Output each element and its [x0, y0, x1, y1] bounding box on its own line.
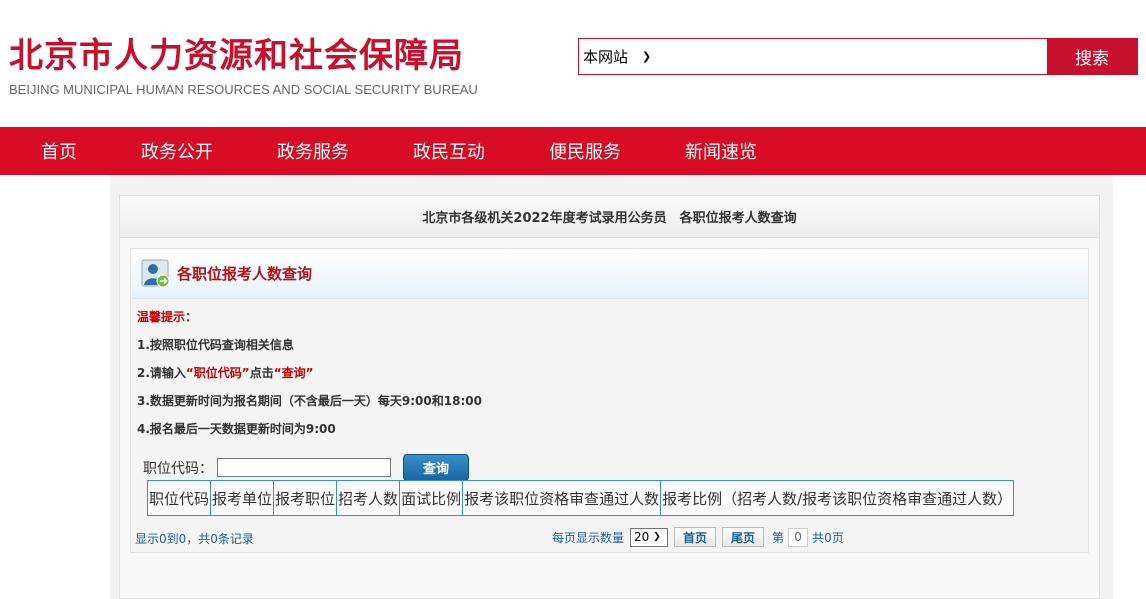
chevron-down-icon: ❯ — [642, 50, 652, 63]
page-prefix: 第 — [772, 530, 785, 545]
results-table: 职位代码 报考单位 报考职位 招考人数 面试比例 报考该职位资格审查通过人数 报… — [146, 480, 1015, 516]
nav-item-public-services[interactable]: 便民服务 — [508, 127, 662, 175]
chevron-down-icon: ❯ — [653, 532, 661, 542]
pagination-controls: 每页显示数量 20 ❯ 首页 尾页 第 0 共0页 — [552, 526, 844, 548]
tip-4: 4.报名最后一天数据更新时间为9:00 — [137, 422, 336, 436]
nav-item-news[interactable]: 新闻速览 — [662, 127, 780, 175]
site-logo-title[interactable]: 北京市人力资源和社会保障局 — [9, 36, 464, 76]
last-page-button[interactable]: 尾页 — [722, 527, 765, 547]
column-header: 报考该职位资格审查通过人数 — [462, 480, 662, 516]
current-page-input[interactable]: 0 — [788, 527, 809, 547]
tip-1: 1.按照职位代码查询相关信息 — [137, 338, 294, 352]
table-header-row: 职位代码 报考单位 报考职位 招考人数 面试比例 报考该职位资格审查通过人数 报… — [146, 480, 1015, 516]
tip-2: 2.请输入“职位代码”点击“查询” — [137, 365, 1088, 393]
page-size-select[interactable]: 20 ❯ — [630, 527, 669, 547]
site-header: 北京市人力资源和社会保障局 BEIJING MUNICIPAL HUMAN RE… — [0, 0, 1146, 127]
panel-title: 各职位报考人数查询 — [177, 265, 313, 283]
tip-3: 3.数据更新时间为报名期间（不含最后一天）每天9:00和18:00 — [137, 394, 482, 408]
search-input[interactable] — [659, 39, 1047, 74]
nav-item-home[interactable]: 首页 — [0, 127, 118, 175]
query-button[interactable]: 查询 — [403, 454, 469, 481]
query-panel: 各职位报考人数查询 温馨提示： 1.按照职位代码查询相关信息 2.请输入“职位代… — [130, 248, 1089, 553]
column-header: 职位代码 — [146, 480, 212, 516]
search-scope-value: 本网站 — [583, 48, 629, 66]
tips-heading: 温馨提示： — [137, 310, 198, 324]
column-header: 面试比例 — [399, 480, 464, 516]
tip-2-code: “职位代码” — [185, 366, 250, 380]
column-header: 招考人数 — [336, 480, 401, 516]
page-size-label: 每页显示数量 — [552, 530, 625, 545]
pagination-bar: 显示0到0，共0条记录 每页显示数量 20 ❯ 首页 尾页 第 0 共0页 — [130, 526, 1089, 550]
card-title: 北京市各级机关2022年度考试录用公务员 各职位报考人数查询 — [120, 196, 1099, 238]
first-page-button[interactable]: 首页 — [674, 527, 717, 547]
search-bar: 本网站 ❯ 搜索 — [578, 38, 1138, 75]
site-logo-subtitle: BEIJING MUNICIPAL HUMAN RESOURCES AND SO… — [9, 82, 478, 97]
search-scope-select[interactable]: 本网站 ❯ — [579, 39, 659, 74]
main-nav: 首页 政务公开 政务服务 政民互动 便民服务 新闻速览 — [0, 127, 1146, 175]
user-search-icon — [141, 259, 171, 289]
nav-item-gov-services[interactable]: 政务服务 — [236, 127, 390, 175]
column-header: 报考单位 — [210, 480, 275, 516]
tip-2-mid: 点击 — [249, 366, 274, 380]
page-size-value: 20 — [634, 530, 650, 544]
record-summary: 显示0到0，共0条记录 — [135, 532, 254, 546]
column-header: 报考比例（招考人数/报考该职位资格审查通过人数） — [660, 480, 1015, 516]
nav-item-interaction[interactable]: 政民互动 — [390, 127, 508, 175]
tips-list: 温馨提示： 1.按照职位代码查询相关信息 2.请输入“职位代码”点击“查询” 3… — [131, 299, 1088, 449]
position-code-label: 职位代码： — [143, 460, 213, 477]
query-form: 职位代码： 查询 — [143, 454, 469, 481]
nav-item-gov-affairs[interactable]: 政务公开 — [118, 127, 236, 175]
query-card: 北京市各级机关2022年度考试录用公务员 各职位报考人数查询 各职位报考人数查询… — [119, 195, 1100, 599]
search-button[interactable]: 搜索 — [1047, 39, 1137, 74]
tip-2-query: “查询” — [273, 366, 314, 380]
position-code-input[interactable] — [217, 458, 391, 477]
panel-header: 各职位报考人数查询 — [131, 249, 1088, 299]
column-header: 报考职位 — [273, 480, 338, 516]
total-pages: 共0页 — [812, 530, 844, 545]
tip-2-prefix: 2.请输入 — [137, 366, 186, 380]
